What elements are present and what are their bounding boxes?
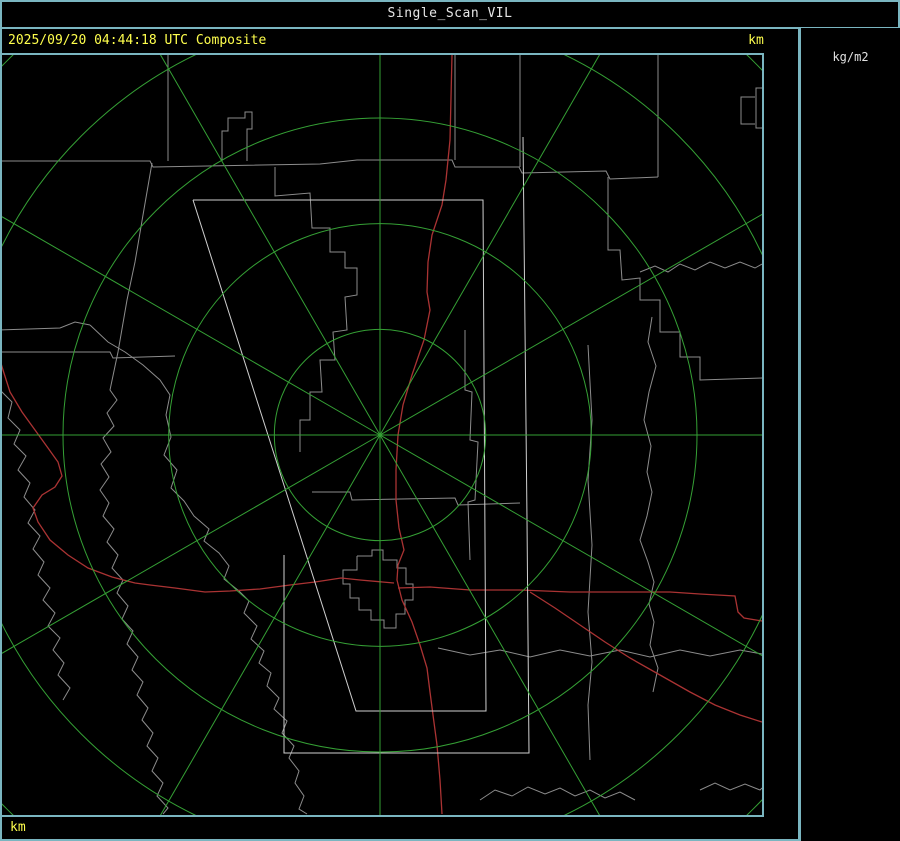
highway-line [2,364,395,593]
bottom-axis-unit-label: km [10,820,26,835]
legend-unit-label: kg/m2 [832,50,869,64]
county-boundary-line [99,162,169,815]
azimuth-spoke [379,434,600,815]
county-boundary-line [699,782,762,791]
radar-map [2,55,762,815]
window-title: Single_Scan_VIL [387,6,513,21]
county-boundary-line [2,321,91,331]
county-boundary-line [464,330,479,561]
county-boundary-line [437,647,762,658]
map-frame-bottom [0,815,764,817]
county-boundary-line [755,87,762,129]
right-axis-unit-label: km [748,33,764,48]
highway-line [397,586,762,622]
county-boundary-line [274,167,358,452]
map-frame-right [762,53,764,817]
county-boundary-line [639,261,762,273]
legend-panel: kg/m2 [798,28,900,841]
azimuth-spoke [379,55,600,436]
azimuth-spoke [160,55,381,436]
county-boundary-line [89,324,308,815]
county-boundary-line [740,96,755,125]
highway-line [529,591,762,723]
azimuth-spoke [2,216,381,436]
county-boundary-line [2,391,71,701]
county-boundary-line [2,159,659,180]
county-boundary-line [639,316,659,693]
azimuth-spoke [379,434,762,657]
county-boundary-line [342,549,414,629]
county-boundary-line [2,351,176,359]
title-bar: Single_Scan_VIL [0,0,900,28]
radar-app-window: Single_Scan_VIL 2025/09/20 04:44:18 UTC … [0,0,900,841]
county-boundary-line [221,111,253,161]
scan-area-outline [283,136,530,754]
scan-area-outline [192,199,487,712]
scan-timestamp: 2025/09/20 04:44:18 UTC Composite [8,33,267,48]
